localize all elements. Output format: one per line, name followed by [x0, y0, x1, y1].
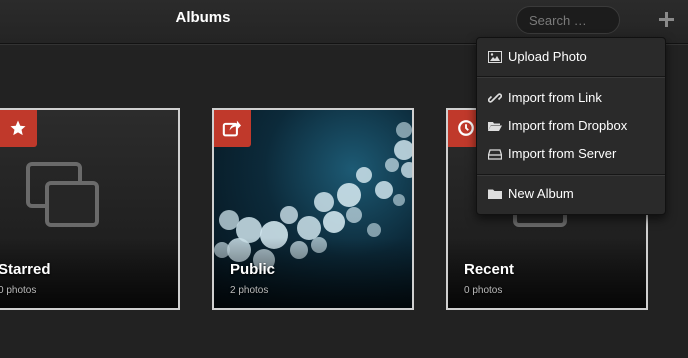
add-button[interactable] [654, 7, 678, 31]
menu-item-import-link[interactable]: Import from Link [477, 84, 665, 112]
star-badge [0, 110, 37, 147]
album-starred[interactable]: Starred 0 photos [0, 108, 180, 310]
album-count: 0 photos [0, 285, 37, 296]
menu-divider [477, 76, 665, 78]
album-name: Public [230, 261, 276, 278]
menu-item-import-dropbox[interactable]: Import from Dropbox [477, 112, 665, 140]
album-public[interactable]: Public 2 photos [212, 108, 414, 310]
menu-item-upload-photo[interactable]: Upload Photo [477, 43, 665, 71]
menu-divider [477, 174, 665, 176]
menu-item-label: Upload Photo [508, 49, 587, 64]
page-title: Albums [175, 9, 231, 26]
folder-icon [488, 189, 502, 199]
menu-item-label: New Album [508, 186, 574, 201]
album-name: Recent [464, 261, 515, 278]
album-name: Starred [0, 261, 51, 278]
menu-item-new-album[interactable]: New Album [477, 180, 665, 208]
menu-item-label: Import from Link [508, 90, 602, 105]
hdd-icon [488, 149, 502, 160]
image-icon [488, 51, 502, 63]
link-icon [488, 93, 502, 103]
menu-item-import-server[interactable]: Import from Server [477, 140, 665, 168]
add-menu: Upload Photo Import from Link Import fro… [476, 37, 666, 215]
menu-item-label: Import from Dropbox [508, 118, 628, 133]
share-badge [214, 110, 251, 147]
search-input[interactable] [516, 6, 620, 34]
share-icon [222, 120, 241, 137]
placeholder-photos-icon [26, 162, 99, 227]
menu-item-label: Import from Server [508, 146, 617, 161]
album-count: 0 photos [464, 285, 503, 296]
clock-icon [458, 120, 474, 136]
album-count: 2 photos [230, 285, 269, 296]
folder-open-icon [488, 122, 502, 131]
star-icon [10, 120, 26, 136]
